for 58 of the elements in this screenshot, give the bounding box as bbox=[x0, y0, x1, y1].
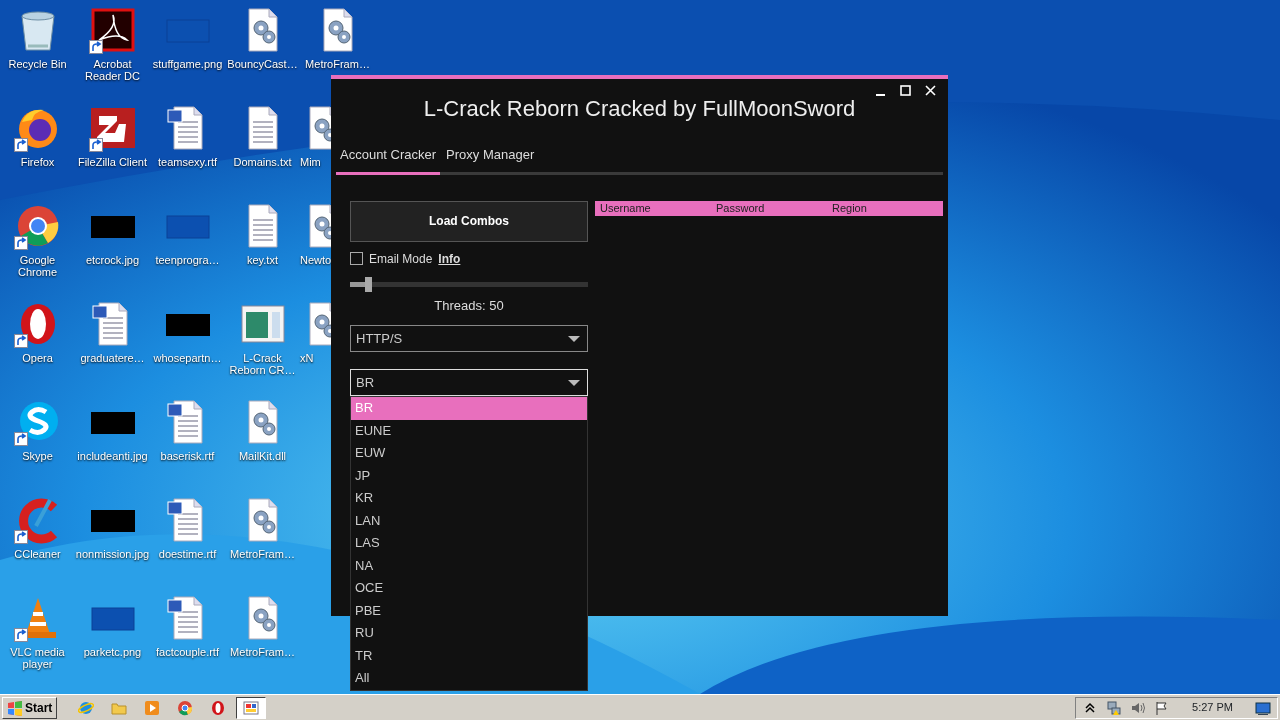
play-icon bbox=[144, 699, 161, 716]
dropdown-option[interactable]: EUW bbox=[351, 442, 587, 465]
column-header: Password bbox=[715, 200, 766, 216]
caret-icon bbox=[568, 335, 580, 342]
dropdown-option[interactable]: LAS bbox=[351, 532, 587, 555]
icon-label[interactable]: graduatere… bbox=[80, 352, 145, 364]
dropdown-option[interactable]: EUNE bbox=[351, 419, 587, 442]
icon-label[interactable]: key.txt bbox=[247, 254, 278, 266]
icon-label[interactable]: Skype bbox=[22, 450, 53, 462]
app-window-icon bbox=[243, 699, 260, 716]
dropdown-option[interactable]: PBE bbox=[351, 599, 587, 622]
dropdown-option[interactable]: RU bbox=[351, 622, 587, 645]
icon-label[interactable]: Mim bbox=[300, 156, 321, 168]
dropdown-option[interactable]: TR bbox=[351, 644, 587, 667]
icon-label[interactable]: Firefox bbox=[20, 156, 55, 168]
icon-label[interactable]: BouncyCast… bbox=[227, 58, 298, 70]
dropdown-option[interactable]: All bbox=[351, 667, 587, 690]
show-desktop-icon[interactable] bbox=[1255, 699, 1271, 716]
tab[interactable]: Account Cracker bbox=[336, 141, 441, 175]
icon-label[interactable]: Recycle Bin bbox=[8, 58, 67, 70]
dropdown-option[interactable]: LAN bbox=[351, 509, 587, 532]
network-icon[interactable] bbox=[1106, 699, 1123, 716]
window-title: L-Crack Reborn Cracked by FullMoonSword bbox=[422, 95, 857, 123]
dropdown-option[interactable]: JP bbox=[351, 464, 587, 487]
slider-thumb[interactable] bbox=[365, 276, 373, 292]
dropdown[interactable]: HTTP/S bbox=[350, 325, 588, 352]
column-header: Username bbox=[599, 200, 652, 216]
icon-label[interactable]: teenprogra… bbox=[155, 254, 220, 266]
maximize-icon[interactable] bbox=[900, 85, 911, 96]
checkbox-label: Email Mode bbox=[369, 250, 433, 268]
column-header: Region bbox=[831, 200, 868, 216]
globe-icon bbox=[78, 699, 95, 716]
close-icon[interactable] bbox=[925, 85, 936, 96]
tab[interactable]: Proxy Manager bbox=[442, 141, 539, 175]
ring-logo-icon bbox=[210, 699, 227, 716]
dropdown-option[interactable]: KR bbox=[351, 487, 587, 510]
start-button[interactable]: Start bbox=[2, 696, 58, 719]
windows-flag-icon bbox=[7, 699, 23, 716]
icon-label[interactable]: teamsexy.rtf bbox=[157, 156, 218, 168]
taskbar-button[interactable] bbox=[236, 696, 267, 719]
checkbox[interactable] bbox=[350, 252, 363, 265]
icon-label[interactable]: Opera bbox=[22, 352, 53, 364]
load-combos-button[interactable]: Load Combos bbox=[350, 200, 588, 242]
info-link[interactable]: Info bbox=[438, 249, 461, 268]
icon-label[interactable]: Acrobat Reader DC bbox=[75, 58, 150, 82]
clock[interactable]: 5:27 PM bbox=[1192, 699, 1233, 716]
icon-label[interactable]: stuffgame.png bbox=[152, 58, 223, 70]
browser-circle-icon bbox=[177, 699, 194, 716]
threads-label: Threads: 50 bbox=[433, 296, 505, 315]
icon-label[interactable]: Newto bbox=[300, 254, 332, 266]
icon-label[interactable]: etcrock.jpg bbox=[85, 254, 140, 266]
caret-icon bbox=[568, 379, 580, 386]
icon-label[interactable]: FileZilla Client bbox=[77, 156, 148, 168]
dropdown-option[interactable]: OCE bbox=[351, 577, 587, 600]
icon-label[interactable]: Domains.txt bbox=[233, 156, 292, 168]
dropdown-option[interactable]: NA bbox=[351, 554, 587, 577]
icon-label[interactable]: MetroFram… bbox=[305, 58, 370, 70]
icon-label[interactable]: Google Chrome bbox=[0, 254, 75, 278]
